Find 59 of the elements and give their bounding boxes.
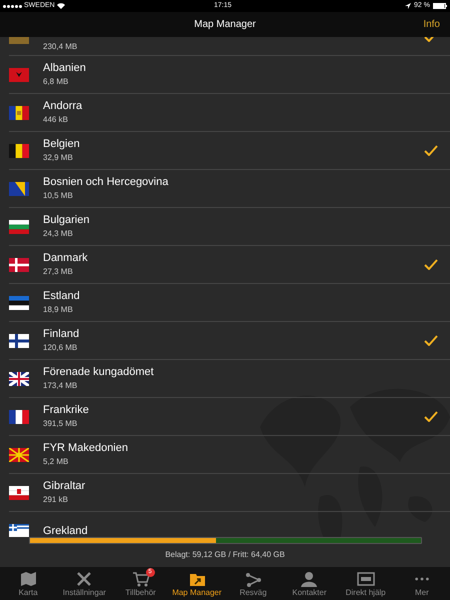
country-name: Andorra: [43, 99, 84, 113]
map-size: 24,3 MB: [43, 228, 74, 240]
tab-bar-item[interactable]: Mer: [394, 567, 450, 600]
map-size: 173,4 MB: [43, 380, 78, 392]
tab-bar-item[interactable]: Inställningar: [56, 567, 112, 600]
map-size: 10,5 MB: [43, 190, 74, 202]
sos-icon: [356, 570, 375, 588]
country-name: Förenade kungadömet: [43, 365, 155, 379]
map-size: 18,9 MB: [43, 304, 74, 316]
flag-icon: [9, 144, 29, 158]
country-name: Grekland: [43, 524, 89, 538]
map-size: 5,2 MB: [43, 456, 70, 468]
flag-icon: [9, 486, 29, 500]
flag-icon: [9, 106, 29, 120]
tab-bar-item[interactable]: Resväg: [225, 567, 282, 600]
flag-icon: [9, 296, 29, 310]
tab-bar-item[interactable]: Map Manager: [168, 567, 225, 600]
flag-icon: [9, 524, 29, 538]
country-name: Bulgarien: [43, 213, 90, 227]
map-icon: [19, 570, 38, 588]
cart-icon: [132, 570, 150, 588]
flag-icon: [9, 372, 29, 386]
map-size: 391,5 MB: [43, 418, 78, 430]
country-name: Frankrike: [43, 403, 90, 417]
flag-icon: [9, 334, 29, 348]
country-name: FYR Makedonien: [43, 441, 129, 455]
person-icon: [300, 570, 318, 588]
country-name: Bosnien och Hercegovina: [43, 175, 170, 189]
map-size: 446 kB: [43, 114, 69, 126]
tab-bar-item[interactable]: Direkt hjälp: [338, 567, 394, 600]
info-button[interactable]: Info: [423, 17, 440, 32]
flag-icon: [9, 410, 29, 424]
map-size: 230,4 MB: [43, 40, 78, 52]
flag-icon: [9, 182, 29, 196]
country-name: Danmark: [43, 251, 89, 265]
battery-icon: [433, 3, 447, 9]
map-size: 120,6 MB: [43, 342, 78, 354]
tab-bar-item[interactable]: Kontakter: [281, 567, 338, 600]
flag-icon: [9, 68, 29, 82]
flag-icon: [9, 258, 29, 272]
more-icon: [414, 577, 429, 581]
wifi-icon: [56, 3, 65, 9]
map-size: 291 kB: [43, 494, 69, 506]
country-name: Albanien: [43, 61, 87, 75]
storage-summary: Belagt: 59,12 GB / Fritt: 64,40 GB: [165, 549, 285, 561]
map-size: 27,3 MB: [43, 266, 74, 278]
country-name: Estland: [43, 289, 81, 303]
tab-bar-item[interactable]: Karta: [0, 567, 56, 600]
map-size: 6,8 MB: [43, 76, 70, 88]
screen-title: Map Manager: [194, 18, 256, 32]
country-name: Belgien: [43, 137, 81, 151]
location-arrow-icon: [405, 3, 412, 9]
flag-icon: [9, 220, 29, 234]
route-icon: [244, 570, 262, 588]
map-size: 32,9 MB: [43, 152, 74, 164]
country-name: Finland: [43, 327, 80, 341]
flag-icon: [9, 448, 29, 462]
country-name: Gibraltar: [43, 479, 86, 493]
signal-icon: [3, 4, 22, 8]
